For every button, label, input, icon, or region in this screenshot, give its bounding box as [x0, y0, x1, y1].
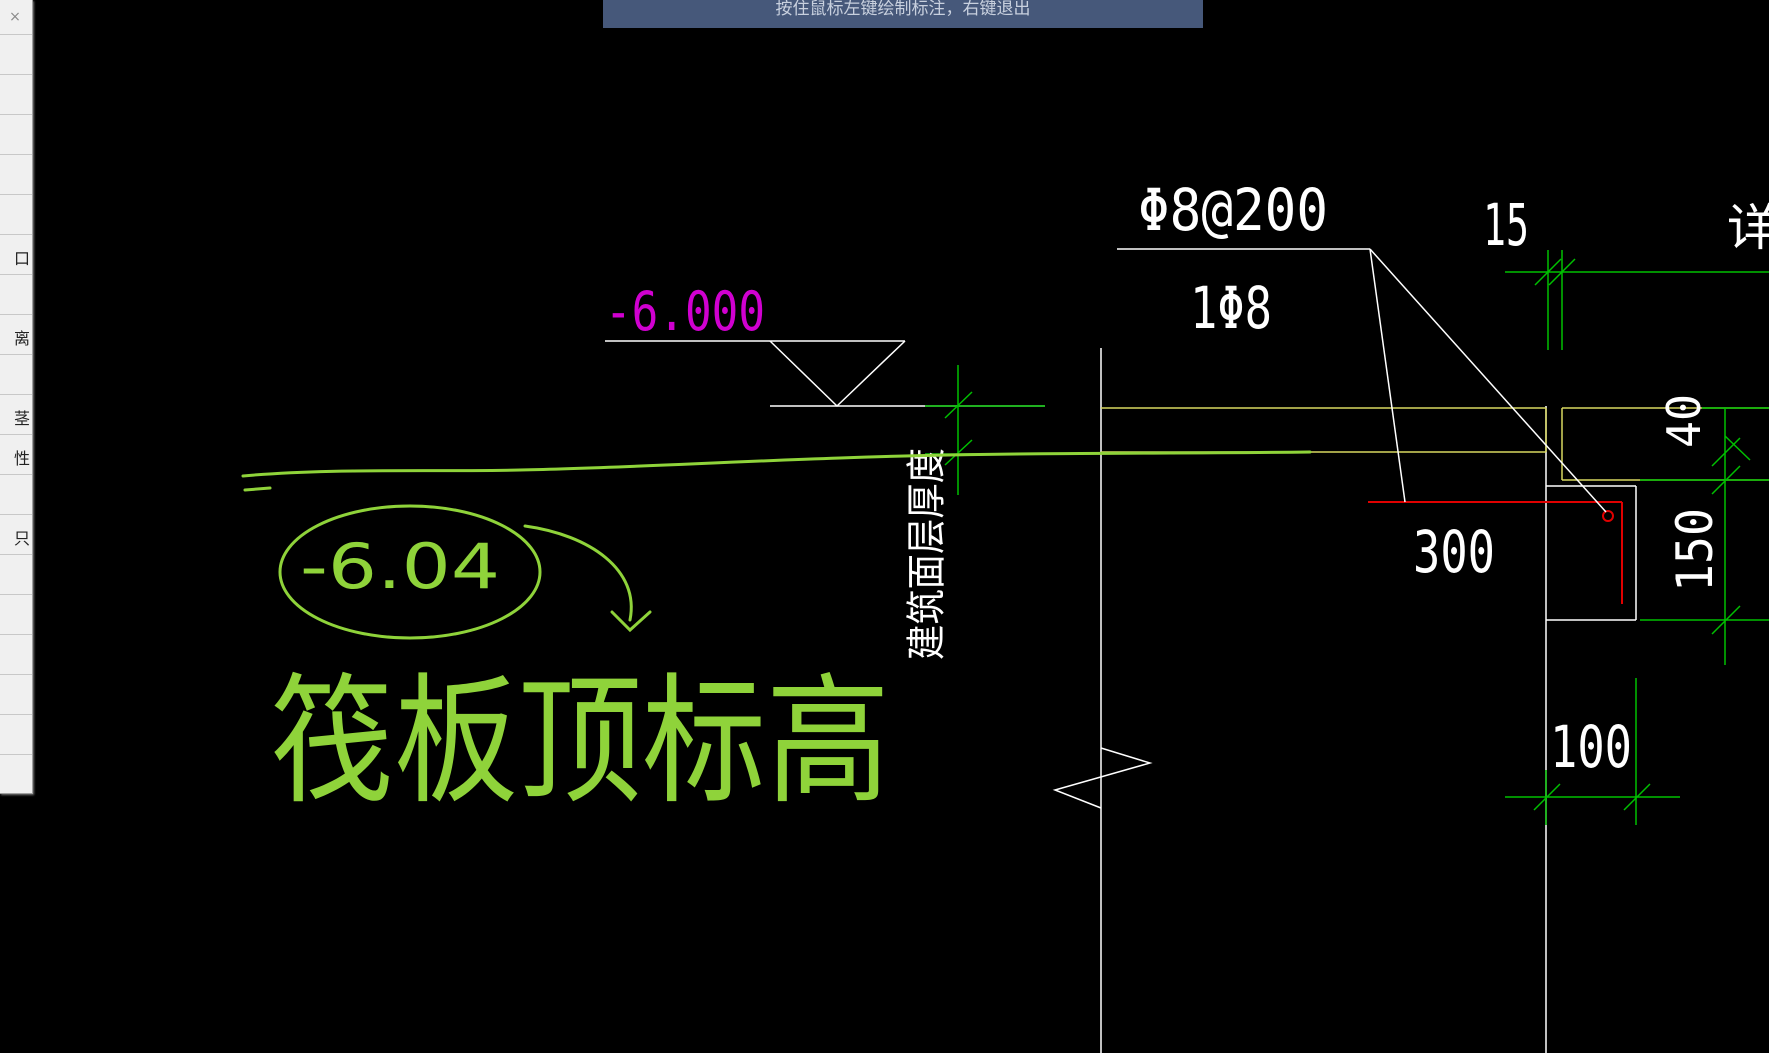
dimension-15-lines: [1505, 250, 1769, 350]
side-panel-row[interactable]: [0, 674, 32, 715]
elevation-label: -6.000: [605, 280, 765, 343]
detail-label-partial: 详: [1727, 199, 1769, 257]
side-panel-row[interactable]: 茎: [0, 394, 32, 435]
side-property-panel[interactable]: × 口离茎性只: [0, 0, 33, 794]
dimension-100: 100: [1550, 713, 1632, 781]
side-panel-row-label: 离: [13, 329, 30, 348]
side-panel-row-label: 只: [13, 529, 30, 548]
dimension-15: 15: [1483, 191, 1529, 259]
dimension-300: 300: [1413, 518, 1495, 586]
dimension-150: 150: [1666, 508, 1724, 592]
side-panel-row[interactable]: [0, 634, 32, 675]
command-prompt-text: 按住鼠标左键绘制标注，右键退出: [775, 0, 1031, 19]
side-panel-row[interactable]: 口: [0, 234, 32, 275]
rebar-label-spacing: Φ8@200: [1138, 176, 1328, 244]
side-panel-row[interactable]: [0, 754, 32, 795]
side-panel-row[interactable]: [0, 274, 32, 315]
side-panel-row[interactable]: [0, 354, 32, 395]
side-panel-row-label: 茎: [13, 409, 30, 428]
side-panel-row-label: 性: [13, 449, 30, 468]
command-prompt-bar: 按住鼠标左键绘制标注，右键退出: [603, 0, 1203, 28]
side-panel-row[interactable]: [0, 34, 32, 75]
markup-circled-value: -6.04: [300, 530, 500, 603]
side-panel-row[interactable]: 只: [0, 514, 32, 555]
side-panel-row[interactable]: [0, 114, 32, 155]
finish-layer-label: 建筑面层厚度: [904, 448, 950, 660]
elevation-marker: [605, 340, 1045, 408]
side-panel-row[interactable]: 性: [0, 434, 32, 475]
side-panel-row[interactable]: [0, 554, 32, 595]
side-panel-row-label: 口: [13, 249, 30, 268]
side-panel-row[interactable]: [0, 714, 32, 755]
side-panel-row[interactable]: [0, 154, 32, 195]
side-panel-row[interactable]: [0, 74, 32, 115]
markup-handwritten-note: 筏板顶标高: [270, 661, 890, 824]
side-panel-row[interactable]: [0, 594, 32, 635]
dimension-40: 40: [1657, 394, 1711, 448]
close-icon[interactable]: ×: [2, 4, 28, 30]
rebar-label-count: 1Φ8: [1190, 274, 1272, 342]
side-panel-row[interactable]: [0, 194, 32, 235]
cad-drawing-canvas[interactable]: -6.000 建筑面层厚度 Φ8@200 1Φ8 300 15 详 40 150…: [0, 0, 1769, 1053]
side-panel-row[interactable]: [0, 474, 32, 515]
side-panel-row[interactable]: 离: [0, 314, 32, 355]
rebar-red: [1368, 501, 1623, 604]
